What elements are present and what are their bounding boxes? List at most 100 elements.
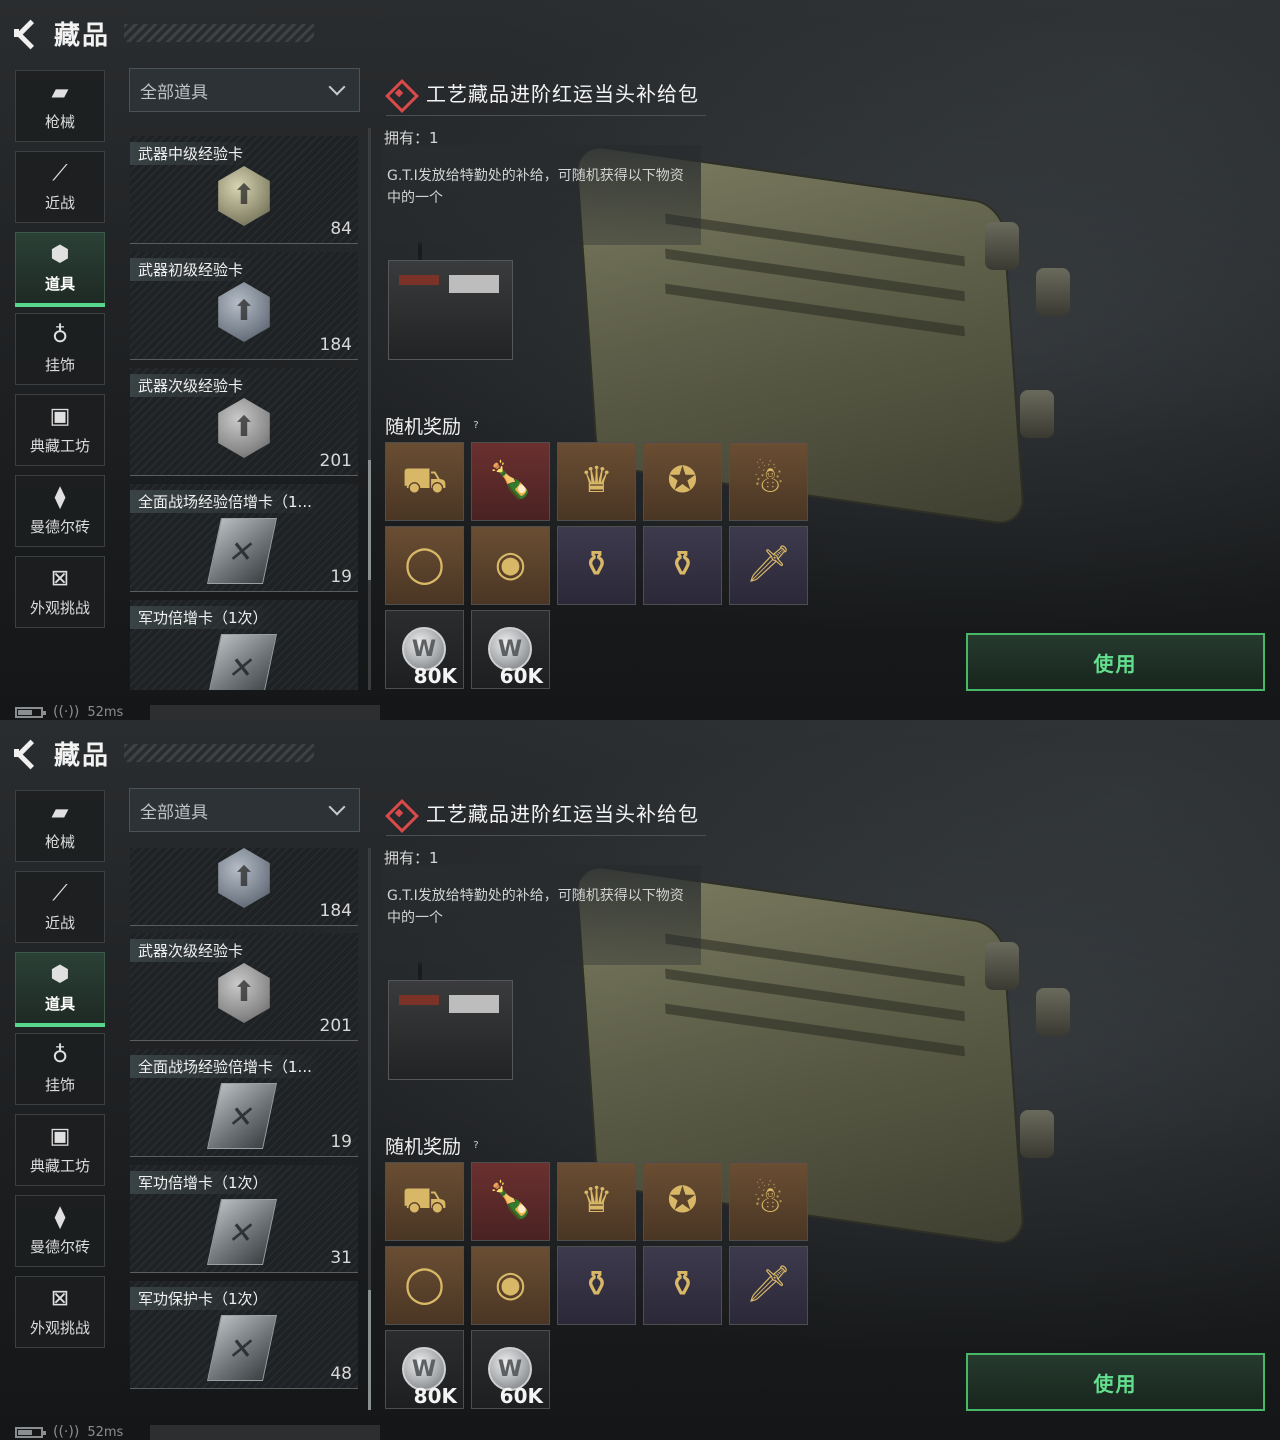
reward-slot[interactable]: ♛ xyxy=(557,1162,636,1241)
reward-slot[interactable]: ◯ xyxy=(385,1246,464,1325)
item-card[interactable]: 军功倍增卡（1次） 31 xyxy=(130,1165,358,1273)
sidebar-item-label: 曼德尔砖 xyxy=(29,517,90,536)
item-card[interactable]: 武器中级经验卡 84 xyxy=(130,136,358,244)
reward-slot[interactable]: ♛ xyxy=(557,442,636,521)
use-button[interactable]: 使用 xyxy=(966,633,1265,691)
teapot-icon: ⚱ xyxy=(667,1264,698,1305)
radio-body xyxy=(388,260,513,360)
sidebar-item[interactable]: ⟋ 近战 xyxy=(15,871,105,943)
reward-slot[interactable]: 🍾 xyxy=(471,1162,550,1241)
reward-slot[interactable]: ✪ xyxy=(643,442,722,521)
item-card[interactable]: 184 xyxy=(130,848,358,926)
grenade-image xyxy=(1020,1110,1054,1158)
workshop-icon: ▣ xyxy=(49,403,71,429)
radio-device-image xyxy=(388,962,513,1082)
header-stripes xyxy=(124,24,314,42)
sidebar-item[interactable]: ▣ 典藏工坊 xyxy=(15,394,105,466)
sidebar-item-label: 近战 xyxy=(44,193,75,212)
item-card[interactable]: 武器次级经验卡 201 xyxy=(130,368,358,476)
grenade-image xyxy=(1036,268,1070,316)
item-name: 军功倍增卡（1次） xyxy=(130,1171,276,1194)
item-card[interactable]: 武器次级经验卡 201 xyxy=(130,933,358,1041)
reward-slot[interactable]: 80K xyxy=(385,1330,464,1409)
sidebar-item[interactable]: ♁ 挂饰 xyxy=(15,313,105,385)
bracelet-icon: ◯ xyxy=(404,544,445,585)
battery-icon xyxy=(15,1426,46,1438)
reward-slot[interactable]: ⚱ xyxy=(557,1246,636,1325)
sidebar-item[interactable]: ♁ 挂饰 xyxy=(15,1033,105,1105)
sidebar-item[interactable]: ⧫ 曼德尔砖 xyxy=(15,475,105,547)
boost-card-icon xyxy=(206,518,278,584)
experience-card-icon xyxy=(218,166,270,226)
use-button[interactable]: 使用 xyxy=(966,1353,1265,1411)
back-arrow-icon[interactable] xyxy=(14,19,42,47)
sidebar-item[interactable]: ⊠ 外观挑战 xyxy=(15,1276,105,1348)
sidebar-item[interactable]: ⟋ 近战 xyxy=(15,151,105,223)
knife-icon: ⟋ xyxy=(52,160,68,186)
sidebar-item[interactable]: ▣ 典藏工坊 xyxy=(15,1114,105,1186)
item-card[interactable]: 全面战场经验倍增卡（1... 19 xyxy=(130,1049,358,1157)
reward-slot[interactable]: 60K xyxy=(471,1330,550,1409)
item-card[interactable]: 武器初级经验卡 184 xyxy=(130,252,358,360)
category-filter-dropdown[interactable]: 全部道具 xyxy=(129,68,360,112)
sidebar-item[interactable]: ▰ 枪械 xyxy=(15,70,105,142)
item-card[interactable]: 全面战场经验倍增卡（1... 19 xyxy=(130,484,358,592)
grenade-image xyxy=(1036,988,1070,1036)
reward-slot[interactable]: ⚱ xyxy=(557,526,636,605)
boost-card-icon xyxy=(206,1083,278,1149)
reward-slot[interactable]: 🍾 xyxy=(471,442,550,521)
item-count: 201 xyxy=(319,451,352,471)
item-list-scrollbar[interactable] xyxy=(368,128,371,690)
scroll-thumb[interactable] xyxy=(368,1290,371,1410)
reward-slot[interactable]: 60K xyxy=(471,610,550,689)
item-list[interactable]: 武器中级经验卡 84 武器初级经验卡 184 武器次级经验卡 201 全面战场经验倍增卡（1… xyxy=(130,128,360,690)
item-count: 84 xyxy=(330,219,352,239)
bottle-icon: 🍾 xyxy=(488,1180,533,1221)
item-description: G.T.I发放给特勤处的补给，可随机获得以下物资中的一个 xyxy=(383,865,701,965)
reward-slot[interactable]: ⛟ xyxy=(385,1162,464,1241)
sidebar-item[interactable]: ⧫ 曼德尔砖 xyxy=(15,1195,105,1267)
help-icon[interactable]: ? xyxy=(469,419,483,433)
medal-icon: ✪ xyxy=(667,460,698,501)
sidebar-item[interactable]: ⬢ 道具 xyxy=(15,232,105,307)
reward-amount: 60K xyxy=(499,664,543,688)
reward-slot[interactable]: ◯ xyxy=(385,526,464,605)
reward-slot[interactable]: ◉ xyxy=(471,1246,550,1325)
detail-title-row: 工艺藏品进阶红运当头补给包 xyxy=(386,70,706,116)
sidebar-item[interactable]: ⬢ 道具 xyxy=(15,952,105,1027)
reward-slot[interactable]: ⛟ xyxy=(385,442,464,521)
sidebar-item-label: 挂饰 xyxy=(44,1075,75,1094)
reward-slot[interactable]: ⚱ xyxy=(643,1246,722,1325)
rewards-title-label: 随机奖励 xyxy=(385,416,462,438)
scroll-thumb[interactable] xyxy=(368,460,371,580)
figurine-icon: ☃ xyxy=(752,1180,785,1221)
category-filter-dropdown[interactable]: 全部道具 xyxy=(129,788,360,832)
item-list[interactable]: 184 武器次级经验卡 201 全面战场经验倍增卡（1... 19 军功倍增卡（1次） 31… xyxy=(130,848,360,1410)
header: 藏品 xyxy=(14,734,314,772)
sidebar-item-label: 曼德尔砖 xyxy=(29,1237,90,1256)
header: 藏品 xyxy=(14,14,314,52)
item-card[interactable]: 军功保护卡（1次） 48 xyxy=(130,1281,358,1389)
reward-slot[interactable]: 80K xyxy=(385,610,464,689)
detail-title: 工艺藏品进阶红运当头补给包 xyxy=(426,82,699,106)
reward-slot[interactable]: ⚱ xyxy=(643,526,722,605)
sidebar-item[interactable]: ⊠ 外观挑战 xyxy=(15,556,105,628)
ping-value: 52ms xyxy=(87,1424,124,1440)
reward-slot[interactable]: 🗡 xyxy=(729,1246,808,1325)
reward-slot[interactable]: ☃ xyxy=(729,442,808,521)
pocket-watch-icon: ◉ xyxy=(494,544,527,585)
detail-title-row: 工艺藏品进阶红运当头补给包 xyxy=(386,790,706,836)
reward-slot[interactable]: ◉ xyxy=(471,526,550,605)
sidebar-item[interactable]: ▰ 枪械 xyxy=(15,790,105,862)
item-count: 31 xyxy=(330,1248,352,1268)
page-title: 藏品 xyxy=(54,20,111,51)
help-icon[interactable]: ? xyxy=(469,1139,483,1153)
item-name: 全面战场经验倍增卡（1... xyxy=(130,490,320,513)
reward-slot[interactable]: ✪ xyxy=(643,1162,722,1241)
item-card[interactable]: 军功倍增卡（1次） xyxy=(130,600,358,690)
item-list-scrollbar[interactable] xyxy=(368,848,371,1410)
reward-slot[interactable]: 🗡 xyxy=(729,526,808,605)
back-arrow-icon[interactable] xyxy=(14,739,42,767)
reward-slot[interactable]: ☃ xyxy=(729,1162,808,1241)
bracelet-icon: ◯ xyxy=(404,1264,445,1305)
